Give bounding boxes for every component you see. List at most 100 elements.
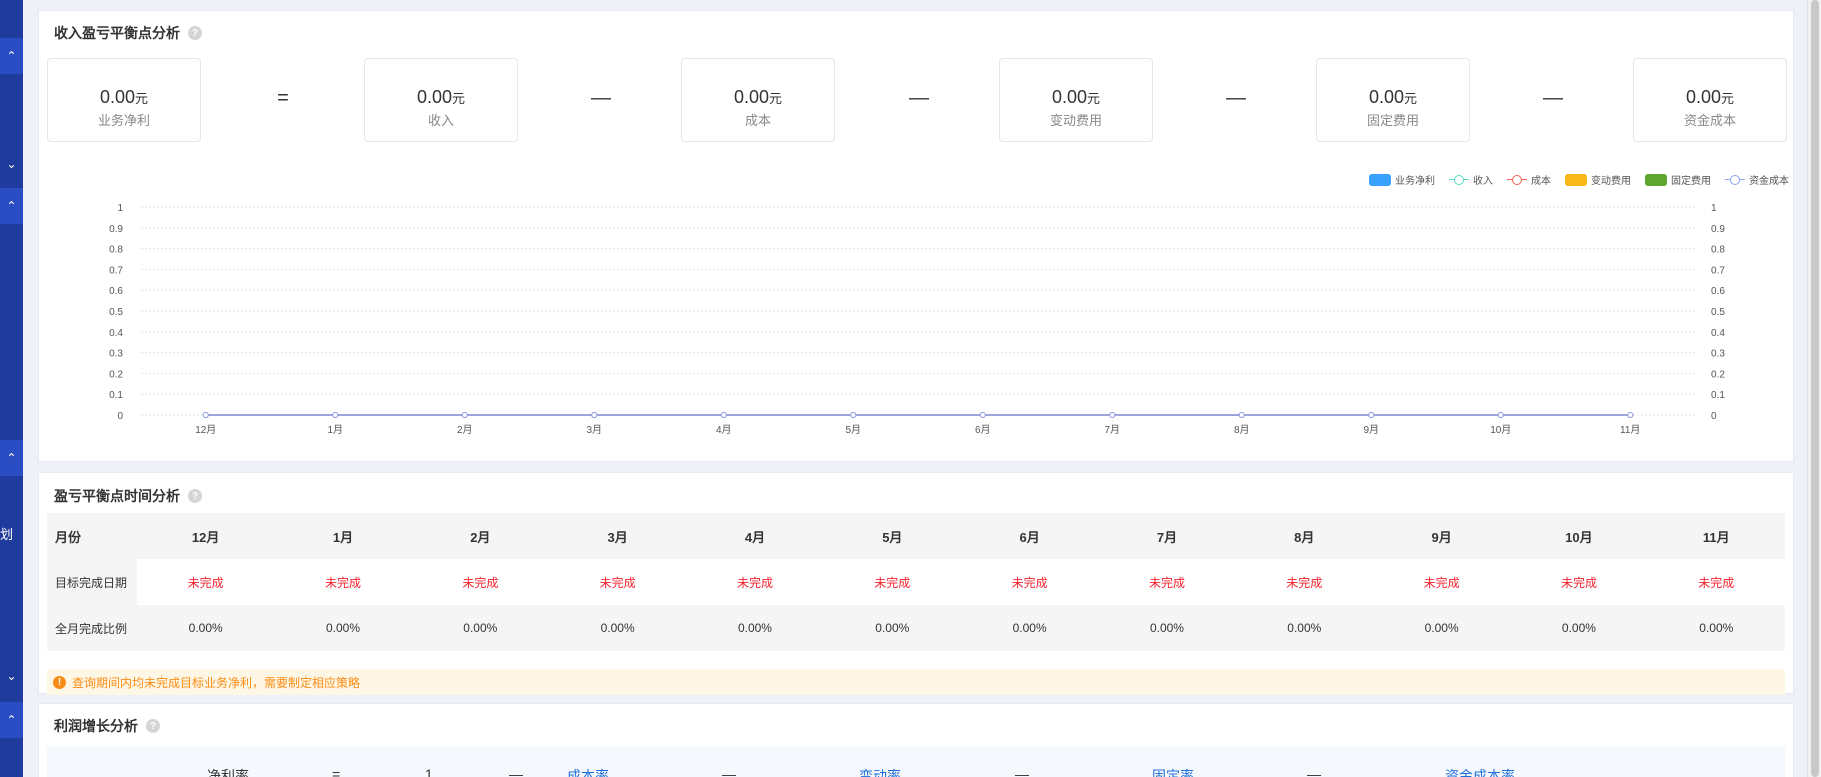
y-tick-label: 0.8 [109, 245, 123, 256]
table-header-cell: 5月 [823, 513, 961, 559]
y-tick-label: 1 [117, 203, 123, 214]
x-tick-label: 7月 [1104, 424, 1120, 436]
legend-swatch [1449, 174, 1469, 186]
legend-swatch [1565, 173, 1587, 186]
data-point [332, 412, 339, 418]
table-cell-status: 未完成 [1286, 575, 1323, 590]
metric-label: 收入 [427, 113, 454, 128]
chevron-up-icon[interactable]: ⌃ [0, 702, 23, 738]
metric-unit: 元 [1404, 91, 1418, 106]
table-row-label: 全月完成比例 [47, 605, 137, 651]
data-point [591, 412, 598, 418]
table-cell-status: 未完成 [1698, 575, 1735, 590]
chevron-up-icon[interactable]: ⌃ [0, 188, 23, 224]
y-tick-label: 0 [117, 411, 123, 422]
y-tick-label: 0.9 [109, 224, 123, 235]
data-point [461, 412, 468, 418]
legend-item[interactable]: 收入 [1449, 172, 1493, 187]
data-point [1497, 412, 1504, 418]
metric-label: 成本 [744, 113, 771, 128]
y2-tick-label: 1 [1711, 203, 1717, 214]
legend-item[interactable]: 资金成本 [1725, 172, 1789, 187]
breakeven-panel: 收入盈亏平衡点分析 ? 0.00元 业务净利 = 0.00 元 收入 — 0.00… [38, 10, 1794, 462]
data-point [1368, 412, 1375, 418]
table-cell-ratio: 0.00% [823, 605, 961, 651]
sidebar-item-label[interactable]: 划 [0, 524, 23, 543]
chevron-down-icon[interactable]: ⌄ [0, 658, 23, 694]
table-cell-status: 未完成 [324, 575, 361, 590]
y2-tick-label: 0.5 [1711, 307, 1725, 318]
warning-banner: ! 查询期间内均未完成目标业务净利，需要制定相应策略 [47, 669, 1785, 695]
table-header-cell: 月份 [47, 513, 137, 559]
table-header-cell: 7月 [1098, 513, 1236, 559]
legend-item[interactable]: 变动费用 [1565, 172, 1631, 187]
legend-label: 成本 [1531, 176, 1551, 187]
metric-label: 业务净利 [97, 113, 150, 128]
x-tick-label: 10月 [1490, 424, 1511, 436]
net-rate-label: 净利率 [207, 768, 249, 777]
minus-operator: — [722, 766, 736, 777]
x-tick-label: 6月 [975, 424, 991, 436]
metric-cost: 0.00元 成本 [681, 58, 835, 142]
table-row-label: 目标完成日期 [47, 559, 137, 605]
legend-label: 业务净利 [1395, 176, 1435, 187]
table-cell-ratio: 0.00% [1510, 605, 1648, 651]
y-tick-label: 0.6 [109, 286, 123, 297]
data-point [202, 412, 209, 418]
metric-unit: 元 [1087, 91, 1101, 106]
fixed-rate-link[interactable]: 固定率 [1152, 766, 1194, 777]
cost-rate-link[interactable]: 成本率 [567, 766, 609, 777]
table-header-cell: 8月 [1235, 513, 1373, 559]
y2-tick-label: 0 [1711, 411, 1717, 422]
legend-item[interactable]: 成本 [1507, 172, 1551, 187]
scrollbar-thumb[interactable] [1811, 0, 1819, 777]
data-point [1109, 412, 1116, 418]
growth-panel: 利润增长分析 ? 净利率 = 1 — 成本率 — 变动率 — 固定率 — 资金成… [38, 703, 1794, 777]
data-point [1238, 412, 1245, 418]
table-cell-status: 未完成 [874, 575, 911, 590]
breakeven-chart: 0 0 0.1 0.1 0.2 0.2 0.3 0.3 0.4 0.4 0.5 0.5 0.6 0.6 0.… [109, 203, 1725, 436]
capital-cost-rate-link[interactable]: 资金成本率 [1445, 766, 1515, 777]
y2-tick-label: 0.7 [1711, 265, 1725, 276]
equals-operator: = [277, 87, 289, 109]
metric-net-profit: 0.00元 业务净利 [47, 58, 201, 142]
chevron-up-icon[interactable]: ⌃ [0, 440, 23, 476]
panel-title-text: 利润增长分析 [54, 718, 138, 734]
metric-unit: 元 [452, 91, 466, 106]
y2-tick-label: 0.1 [1711, 390, 1725, 401]
table-cell-status: 未完成 [1148, 575, 1185, 590]
panel-title: 收入盈亏平衡点分析 ? [54, 23, 202, 43]
help-icon[interactable]: ? [188, 489, 202, 503]
table-header-cell: 1月 [274, 513, 412, 559]
legend-swatch [1369, 173, 1391, 186]
equals-operator: = [332, 766, 341, 777]
x-tick-label: 4月 [716, 424, 732, 436]
y-tick-label: 0.5 [109, 307, 123, 318]
table-header-cell: 3月 [548, 513, 687, 559]
minus-operator: — [1307, 766, 1321, 777]
variable-rate-link[interactable]: 变动率 [859, 766, 901, 777]
table-cell-status: 未完成 [1011, 575, 1048, 590]
table-cell-ratio: 0.00% [548, 605, 687, 651]
minus-operator: — [591, 87, 611, 109]
table-cell-status: 未完成 [736, 575, 773, 590]
minus-operator: — [509, 766, 523, 777]
chevron-down-icon[interactable]: ⌄ [0, 146, 23, 182]
data-point [850, 412, 857, 418]
y-tick-label: 0.4 [109, 328, 123, 339]
help-icon[interactable]: ? [188, 26, 202, 40]
time-analysis-panel: 盈亏平衡点时间分析 ? 月份 12月 1月 2月 3月 4月 5月 6月 7月 8月 9月 10月 11… [38, 472, 1794, 695]
metric-value: 0.00 [1685, 87, 1722, 107]
x-tick-label: 5月 [845, 424, 861, 436]
vertical-scrollbar[interactable] [1807, 0, 1821, 777]
legend-item[interactable]: 业务净利 [1369, 172, 1435, 187]
minus-operator: — [1226, 87, 1246, 109]
legend-label: 变动费用 [1591, 176, 1631, 187]
table-header-cell: 9月 [1372, 513, 1511, 559]
legend-item[interactable]: 固定费用 [1645, 172, 1711, 187]
chevron-up-icon[interactable]: ⌃ [0, 38, 23, 74]
legend-label: 资金成本 [1749, 176, 1789, 187]
y2-tick-label: 0.6 [1711, 286, 1725, 297]
help-icon[interactable]: ? [146, 719, 160, 733]
table-cell-status: 未完成 [599, 575, 636, 590]
